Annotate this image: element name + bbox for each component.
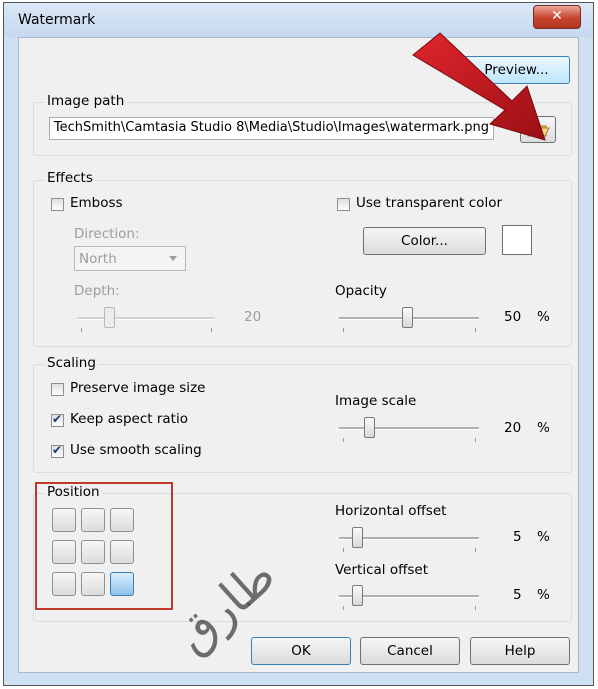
depth-slider-track — [77, 317, 215, 320]
close-button[interactable]: ✕ — [533, 5, 581, 29]
ok-button[interactable]: OK — [251, 637, 351, 665]
position-top-left[interactable] — [52, 508, 76, 532]
opacity-unit: % — [537, 309, 550, 325]
opacity-slider-tick — [343, 328, 344, 332]
horizontal-offset-slider-tick — [343, 548, 344, 552]
position-bottom-left[interactable] — [52, 572, 76, 596]
chevron-down-icon — [169, 256, 177, 261]
position-top-right[interactable] — [110, 508, 134, 532]
use-transparent-label: Use transparent color — [356, 195, 503, 211]
keep-aspect-label: Keep aspect ratio — [70, 411, 188, 427]
cancel-button[interactable]: Cancel — [360, 637, 460, 665]
position-top-center[interactable] — [81, 508, 105, 532]
color-swatch[interactable] — [502, 225, 532, 255]
position-middle-center[interactable] — [81, 540, 105, 564]
image-scale-value: 20 — [504, 420, 522, 436]
preview-button[interactable]: Preview... — [463, 56, 570, 84]
depth-label: Depth: — [74, 283, 120, 299]
vertical-offset-slider-thumb[interactable] — [352, 585, 363, 606]
image-scale-label: Image scale — [335, 393, 417, 409]
depth-slider-thumb[interactable] — [104, 307, 115, 328]
help-button[interactable]: Help — [470, 637, 570, 665]
emboss-label: Emboss — [70, 195, 123, 211]
image-path-field[interactable]: TechSmith\Camtasia Studio 8\Media\Studio… — [49, 117, 494, 140]
dialog-client: Preview... Image path TechSmith\Camtasia… — [18, 37, 579, 673]
color-button[interactable]: Color... — [363, 227, 486, 255]
direction-dropdown[interactable]: North — [74, 246, 186, 271]
horizontal-offset-slider-thumb[interactable] — [352, 527, 363, 548]
horizontal-offset-slider-tick — [475, 548, 476, 552]
opacity-label: Opacity — [335, 283, 387, 299]
preserve-size-checkbox[interactable] — [51, 383, 64, 396]
effects-group-label: Effects — [45, 170, 95, 186]
vertical-offset-unit: % — [537, 587, 550, 603]
emboss-checkbox[interactable] — [51, 198, 64, 211]
vertical-offset-slider-tick — [475, 606, 476, 610]
close-icon: ✕ — [551, 8, 563, 24]
horizontal-offset-value: 5 — [513, 529, 522, 545]
keep-aspect-checkbox[interactable] — [51, 412, 64, 427]
image-scale-slider-tick — [343, 438, 344, 442]
position-bottom-right[interactable] — [110, 572, 134, 596]
depth-slider-tick — [81, 328, 82, 332]
image-scale-slider-track — [339, 427, 479, 430]
horizontal-offset-label: Horizontal offset — [335, 503, 447, 519]
use-transparent-checkbox[interactable] — [337, 198, 350, 211]
dialog-window: Watermark ✕ Preview... Image path TechSm… — [3, 2, 594, 686]
smooth-scaling-checkbox[interactable] — [51, 443, 64, 458]
image-path-value: TechSmith\Camtasia Studio 8\Media\Studio… — [53, 120, 489, 135]
depth-value: 20 — [244, 309, 262, 325]
direction-value: North — [79, 251, 117, 267]
title-bar: Watermark ✕ — [4, 3, 593, 37]
direction-label: Direction: — [74, 226, 140, 242]
window-title: Watermark — [18, 12, 96, 28]
image-scale-slider-thumb[interactable] — [364, 417, 375, 438]
opacity-value: 50 — [504, 309, 522, 325]
folder-open-icon — [527, 123, 550, 137]
preserve-size-label: Preserve image size — [70, 380, 206, 396]
image-scale-slider-tick — [475, 438, 476, 442]
position-middle-right[interactable] — [110, 540, 134, 564]
smooth-scaling-label: Use smooth scaling — [70, 442, 202, 458]
depth-slider-tick — [211, 328, 212, 332]
position-bottom-center[interactable] — [81, 572, 105, 596]
image-scale-unit: % — [537, 420, 550, 436]
vertical-offset-value: 5 — [513, 587, 522, 603]
position-middle-left[interactable] — [52, 540, 76, 564]
opacity-slider-tick — [475, 328, 476, 332]
browse-button[interactable] — [520, 116, 556, 143]
image-path-group-label: Image path — [45, 93, 127, 109]
opacity-slider-thumb[interactable] — [402, 307, 413, 328]
horizontal-offset-unit: % — [537, 529, 550, 545]
vertical-offset-slider-tick — [343, 606, 344, 610]
vertical-offset-label: Vertical offset — [335, 562, 429, 578]
scaling-group-label: Scaling — [45, 355, 98, 371]
